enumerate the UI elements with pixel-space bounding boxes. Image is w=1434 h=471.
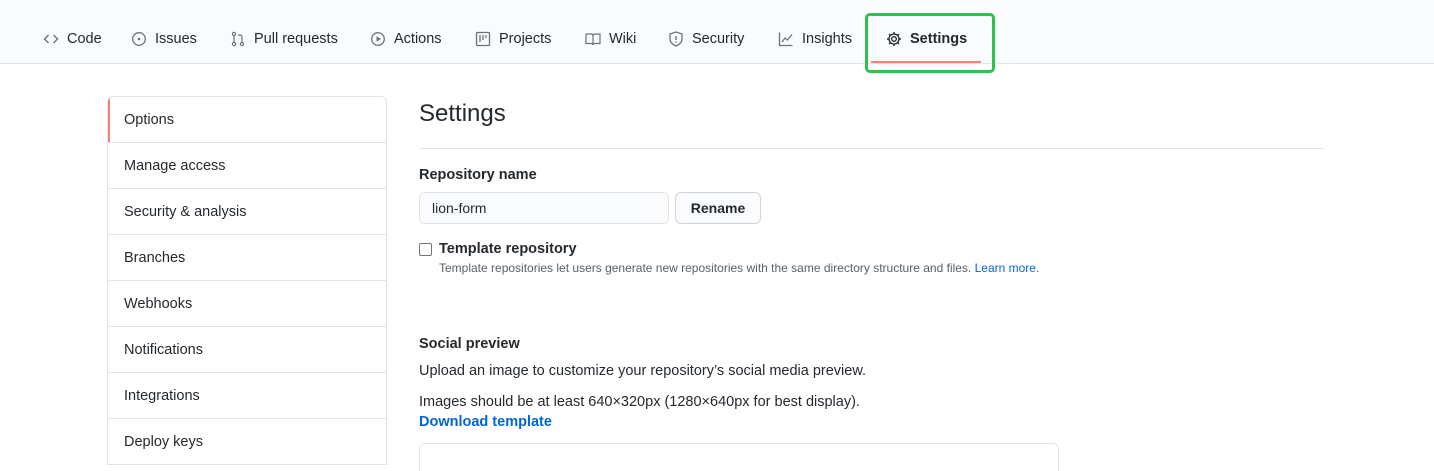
- issue-icon: [132, 32, 146, 46]
- sidebar-item-integrations[interactable]: Integrations: [108, 373, 386, 419]
- tab-label: Pull requests: [254, 31, 338, 47]
- page-title: Settings: [419, 100, 506, 127]
- tab-label: Insights: [802, 31, 852, 47]
- repo-name-input[interactable]: [419, 192, 669, 224]
- tab-issues[interactable]: Issues: [131, 28, 197, 50]
- repo-name-label: Repository name: [419, 167, 537, 183]
- book-icon: [585, 33, 601, 46]
- tab-label: Issues: [155, 31, 197, 47]
- settings-sidebar: Options Manage access Security & analysi…: [107, 96, 387, 465]
- template-repository-checkbox[interactable]: [419, 243, 432, 256]
- code-icon: [43, 34, 59, 44]
- project-icon: [475, 31, 491, 47]
- pull-request-icon: [231, 31, 245, 47]
- tab-label: Actions: [394, 31, 442, 47]
- sidebar-item-options[interactable]: Options: [108, 97, 386, 143]
- rename-button[interactable]: Rename: [675, 192, 761, 224]
- tab-label: Wiki: [609, 31, 637, 47]
- sidebar-item-notifications[interactable]: Notifications: [108, 327, 386, 373]
- sidebar-item-webhooks[interactable]: Webhooks: [108, 281, 386, 327]
- sidebar-item-security-analysis[interactable]: Security & analysis: [108, 189, 386, 235]
- repo-nav: Code Issues Pull requests Actions Projec…: [0, 0, 1434, 73]
- tab-wiki[interactable]: Wiki: [585, 28, 636, 50]
- sidebar-item-deploy-keys[interactable]: Deploy keys: [108, 419, 386, 465]
- learn-more-link[interactable]: Learn more.: [975, 261, 1040, 275]
- title-divider: [419, 148, 1323, 149]
- sidebar-item-branches[interactable]: Branches: [108, 235, 386, 281]
- social-preview-dropzone[interactable]: [419, 443, 1059, 471]
- social-preview-heading: Social preview: [419, 336, 520, 352]
- settings-highlight-box: [865, 13, 995, 73]
- play-icon: [371, 32, 385, 46]
- tab-label: Code: [67, 31, 102, 47]
- template-help-text: Template repositories let users generate…: [439, 261, 1039, 275]
- template-repository-label: Template repository: [439, 241, 577, 257]
- tab-insights[interactable]: Insights: [778, 28, 852, 50]
- tab-label: Security: [692, 31, 745, 47]
- template-help-body: Template repositories let users generate…: [439, 261, 972, 275]
- tab-label: Projects: [499, 31, 552, 47]
- tab-code[interactable]: Code: [43, 28, 102, 50]
- sidebar-item-manage-access[interactable]: Manage access: [108, 143, 386, 189]
- tab-projects[interactable]: Projects: [475, 28, 551, 50]
- social-preview-description: Upload an image to customize your reposi…: [419, 363, 867, 379]
- tab-actions[interactable]: Actions: [370, 28, 442, 50]
- social-preview-size-hint: Images should be at least 640×320px (128…: [419, 394, 860, 410]
- shield-icon: [669, 31, 683, 47]
- graph-icon: [778, 32, 793, 47]
- download-template-link[interactable]: Download template: [419, 414, 552, 430]
- tab-pull-requests[interactable]: Pull requests: [230, 28, 338, 50]
- tab-security[interactable]: Security: [668, 28, 744, 50]
